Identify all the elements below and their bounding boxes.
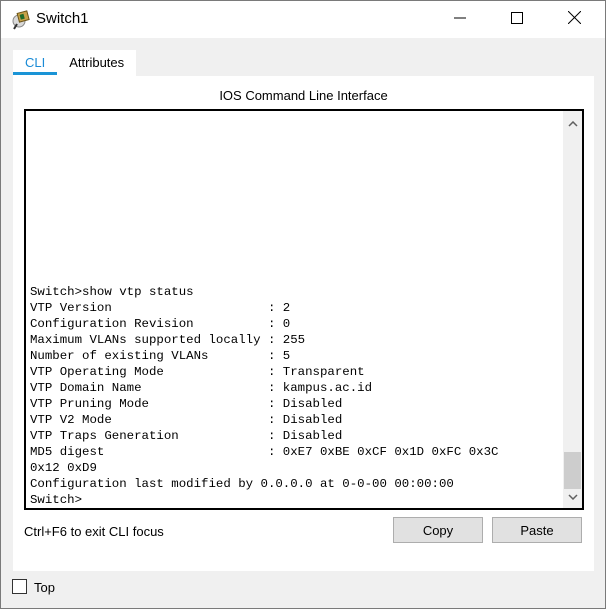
switch-device-icon — [11, 10, 31, 30]
cli-focus-hint: Ctrl+F6 to exit CLI focus — [24, 524, 164, 539]
title-bar: Switch1 — [1, 1, 605, 38]
chevron-down-icon — [567, 487, 578, 505]
minimize-icon — [454, 11, 466, 29]
maximize-icon — [511, 11, 523, 29]
tab-cli[interactable]: CLI — [13, 50, 58, 76]
close-icon — [567, 10, 581, 29]
scroll-down-button[interactable] — [563, 486, 582, 506]
top-checkbox[interactable] — [12, 579, 27, 594]
tab-bar: CLI Attributes — [13, 50, 137, 76]
cli-terminal[interactable]: Switch>show vtp status VTP Version : 2 C… — [24, 109, 584, 510]
scroll-thumb[interactable] — [564, 452, 581, 489]
panel-title: IOS Command Line Interface — [219, 88, 388, 103]
scroll-up-button[interactable] — [563, 113, 582, 133]
tab-attributes[interactable]: Attributes — [57, 50, 137, 76]
top-checkbox-label: Top — [34, 580, 55, 595]
copy-button[interactable]: Copy — [393, 517, 483, 543]
close-button[interactable] — [551, 1, 597, 38]
paste-button[interactable]: Paste — [492, 517, 582, 543]
cli-panel: IOS Command Line Interface Switch>show v… — [13, 76, 594, 571]
terminal-output[interactable]: Switch>show vtp status VTP Version : 2 C… — [30, 284, 498, 508]
maximize-button[interactable] — [494, 1, 540, 38]
terminal-scrollbar[interactable] — [563, 111, 582, 508]
window-title: Switch1 — [36, 10, 89, 27]
device-window: Switch1 CLI Attributes IOS Command Line … — [0, 0, 606, 609]
chevron-up-icon — [567, 114, 578, 132]
minimize-button[interactable] — [437, 1, 483, 38]
